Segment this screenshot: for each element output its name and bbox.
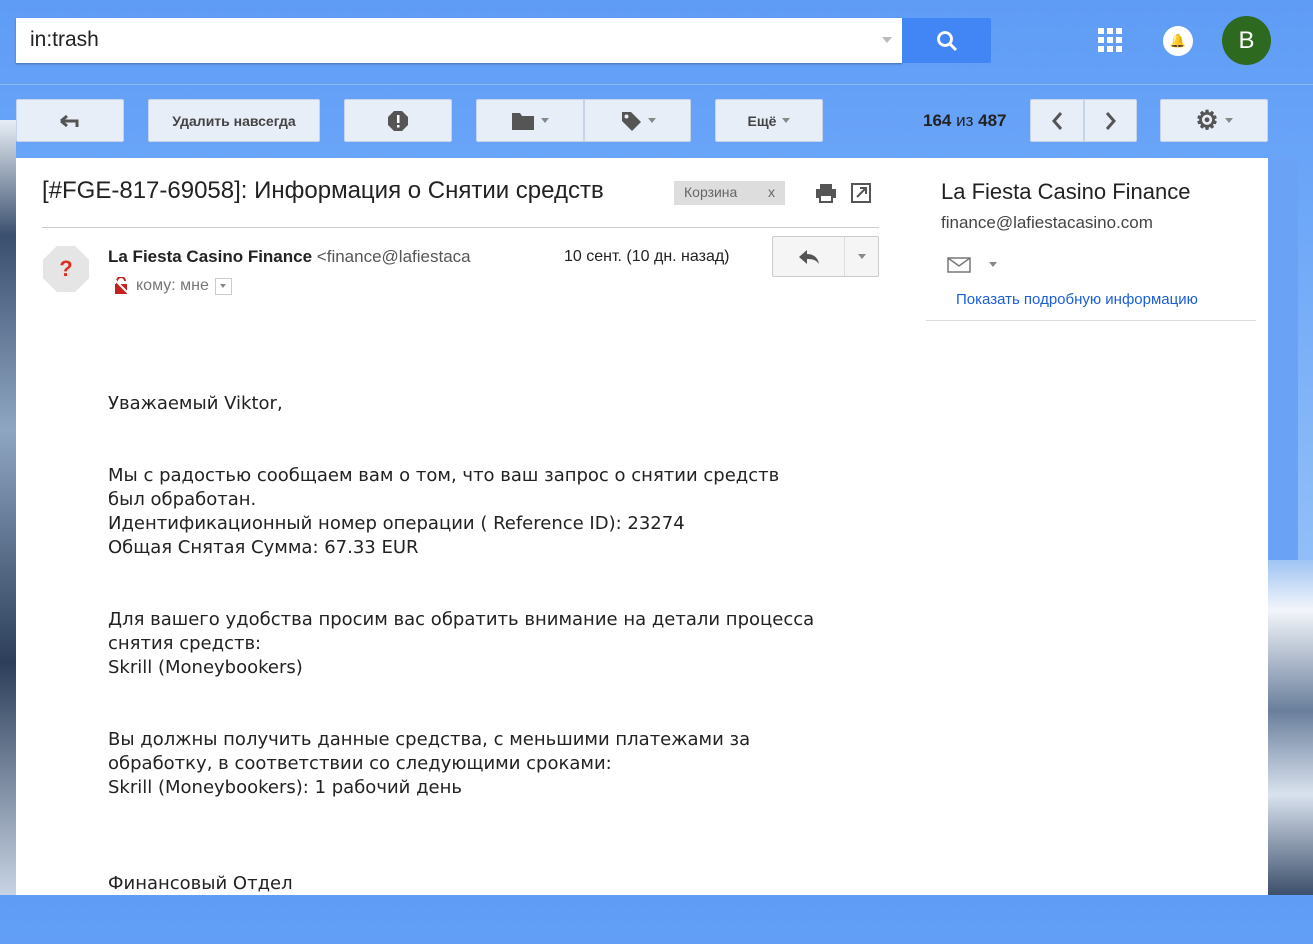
more-label: Ещё xyxy=(747,112,777,129)
print-icon[interactable] xyxy=(815,183,837,203)
body-paragraph: Мы с радостью сообщаем вам о том, что ва… xyxy=(108,464,814,560)
contact-name: La Fiesta Casino Finance xyxy=(941,179,1191,204)
background-mountain-left xyxy=(0,120,16,895)
contact-divider xyxy=(926,320,1256,321)
remove-label-button[interactable]: x xyxy=(768,184,775,202)
search-options-chevron-icon[interactable] xyxy=(882,37,892,48)
unencrypted-lock-icon xyxy=(112,277,130,295)
body-paragraph: Уважаемый Viktor, xyxy=(108,392,814,416)
message-count: 164 из 487 xyxy=(923,111,1007,130)
body-line: обработку, в соответствии со следующими … xyxy=(108,753,612,774)
older-button[interactable] xyxy=(1084,99,1137,142)
message-body: Уважаемый Viktor, Мы с радостью сообщаем … xyxy=(108,392,814,944)
background-mountain-right xyxy=(1268,560,1313,895)
body-line: Идентификационный номер операции ( Refer… xyxy=(108,513,685,534)
contact-actions-dropdown[interactable] xyxy=(989,262,997,271)
body-line: Skrill (Moneybookers) xyxy=(108,657,303,678)
scrollbar-area xyxy=(1268,158,1298,568)
report-spam-button[interactable] xyxy=(344,99,452,142)
sender-info: La Fiesta Casino Finance <finance@lafies… xyxy=(108,247,471,266)
move-to-button[interactable] xyxy=(476,99,584,142)
spam-icon xyxy=(388,110,408,131)
show-details-dropdown[interactable] xyxy=(214,277,232,295)
body-line: Skrill (Moneybookers): 1 рабочий день xyxy=(108,777,462,798)
trash-label-chip: Корзина x xyxy=(674,181,785,205)
message-subject: [#FGE-817-69058]: Информация о Снятии ср… xyxy=(42,177,604,204)
open-in-new-window-icon[interactable] xyxy=(851,183,871,203)
reply-button-group xyxy=(772,236,879,277)
search-button[interactable] xyxy=(902,18,991,63)
header-divider xyxy=(0,84,1313,85)
recipients-line: кому: мне xyxy=(112,277,232,295)
folder-icon xyxy=(512,112,534,130)
gear-icon: ⚙ xyxy=(1195,105,1219,135)
body-line: Уважаемый Viktor, xyxy=(108,393,283,414)
search-icon xyxy=(936,30,957,51)
show-details-link[interactable]: Показать подробную информацию xyxy=(956,291,1198,308)
body-paragraph: Вы должны получить данные средства, с ме… xyxy=(108,728,814,800)
back-button[interactable] xyxy=(16,99,124,142)
account-avatar[interactable]: B xyxy=(1222,16,1271,65)
labels-button[interactable] xyxy=(584,99,691,142)
email-envelope-icon[interactable] xyxy=(947,257,971,273)
settings-button[interactable]: ⚙ xyxy=(1160,99,1268,142)
search-input[interactable]: in:trash xyxy=(16,18,902,63)
search-value: in:trash xyxy=(30,28,99,51)
chevron-left-icon xyxy=(1052,111,1063,130)
body-paragraph: Для вашего удобства просим вас обратить … xyxy=(108,608,814,680)
body-line: был обработан. xyxy=(108,489,257,510)
apps-grid-icon[interactable] xyxy=(1098,28,1122,52)
body-line: Финансовый Отдел xyxy=(108,873,293,894)
label-tag-icon xyxy=(621,111,641,131)
chevron-right-icon xyxy=(1105,111,1116,130)
back-arrow-icon xyxy=(60,114,79,127)
body-line: Вы должны получить данные средства, с ме… xyxy=(108,729,751,750)
body-line: снятия средств: xyxy=(108,633,262,654)
body-line: Для вашего удобства просим вас обратить … xyxy=(108,609,815,630)
body-line: Мы с радостью сообщаем вам о том, что ва… xyxy=(108,465,780,486)
delete-forever-button[interactable]: Удалить навсегда xyxy=(148,99,320,142)
body-line: Общая Снятая Сумма: 67.33 EUR xyxy=(108,537,419,558)
reply-more-dropdown[interactable] xyxy=(845,237,878,276)
message-date: 10 сент. (10 дн. назад) xyxy=(564,248,730,265)
body-paragraph: Финансовый Отдел xyxy=(108,872,814,896)
contact-email: finance@lafiestacasino.com xyxy=(941,213,1153,232)
more-button[interactable]: Ещё xyxy=(715,99,823,142)
newer-button[interactable] xyxy=(1030,99,1084,142)
recipient-text: кому: мне xyxy=(136,277,209,294)
subject-divider xyxy=(42,227,879,228)
reply-button[interactable] xyxy=(773,237,846,276)
notifications-bell-icon[interactable]: 🔔 xyxy=(1163,26,1193,56)
reply-arrow-icon xyxy=(798,249,819,264)
